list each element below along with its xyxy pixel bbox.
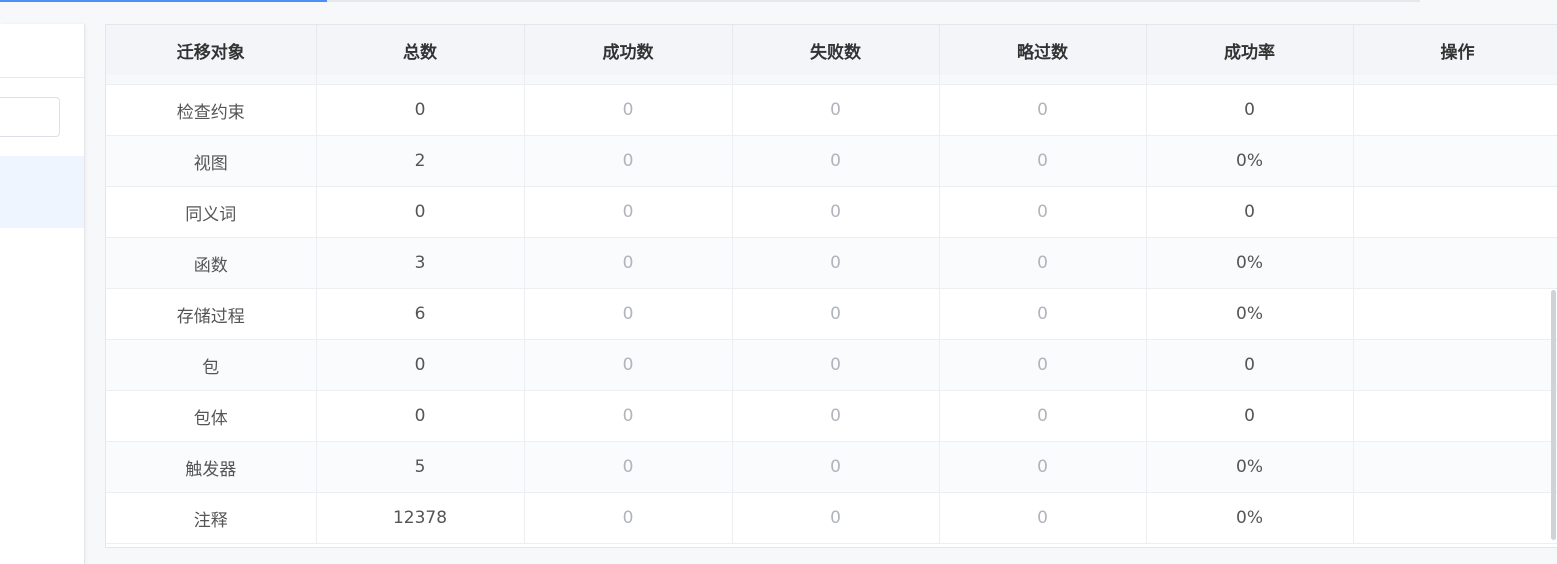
header-failed: 失败数 (732, 25, 940, 75)
cell-object: 函数 (106, 237, 317, 289)
cell-skipped: 0 (939, 186, 1147, 238)
cell-actions (1353, 237, 1557, 289)
table-row: 包 0 0 0 0 0 (106, 339, 1557, 391)
cell-success-rate: 0 (1146, 186, 1354, 238)
cell-object: 注释 (106, 492, 317, 544)
cell-skipped: 0 (939, 390, 1147, 442)
cell-success: 0 (524, 339, 733, 391)
loading-progress-fill (0, 0, 327, 2)
cell-skipped: 0 (939, 237, 1147, 289)
cell-object: 触发器 (106, 441, 317, 493)
page: 迁移对象 总数 成功数 失败数 略过数 成功率 操作 检查约束 0 0 0 0 … (0, 0, 1557, 564)
table-row: 包体 0 0 0 0 0 (106, 390, 1557, 442)
cell-total: 3 (316, 237, 525, 289)
cell-failed: 0 (732, 135, 940, 187)
cell-failed: 0 (732, 390, 940, 442)
table-row: 同义词 0 0 0 0 0 (106, 186, 1557, 238)
header-total: 总数 (316, 25, 525, 75)
cell-actions (1353, 135, 1557, 187)
cell-success: 0 (524, 84, 733, 136)
cell-actions (1353, 492, 1557, 544)
cell-object: 存储过程 (106, 288, 317, 340)
cell-skipped: 0 (939, 288, 1147, 340)
cell-total: 0 (316, 84, 525, 136)
cell-total: 12378 (316, 492, 525, 544)
cell-success: 0 (524, 492, 733, 544)
left-panel-divider (0, 77, 84, 78)
cell-success-rate: 0% (1146, 237, 1354, 289)
cell-skipped: 0 (939, 339, 1147, 391)
cell-success-rate: 0 (1146, 390, 1354, 442)
table-header-row: 迁移对象 总数 成功数 失败数 略过数 成功率 操作 (106, 25, 1557, 75)
cell-success-rate: 0% (1146, 492, 1354, 544)
cell-success-rate: 0 (1146, 84, 1354, 136)
cell-actions (1353, 84, 1557, 136)
header-success: 成功数 (524, 25, 733, 75)
cell-total: 2 (316, 135, 525, 187)
cell-actions (1353, 390, 1557, 442)
cell-actions (1353, 186, 1557, 238)
cell-object: 视图 (106, 135, 317, 187)
cell-success-rate: 0% (1146, 288, 1354, 340)
table-row: 存储过程 6 0 0 0 0% (106, 288, 1557, 340)
cell-actions (1353, 288, 1557, 340)
loading-progress-bar (0, 0, 1420, 2)
cell-total: 5 (316, 441, 525, 493)
cell-failed: 0 (732, 339, 940, 391)
cell-success-rate: 0 (1146, 339, 1354, 391)
table-scroll-gap (106, 75, 1557, 85)
cell-skipped: 0 (939, 135, 1147, 187)
cell-failed: 0 (732, 237, 940, 289)
cell-success: 0 (524, 135, 733, 187)
table-row: 注释 12378 0 0 0 0% (106, 492, 1557, 544)
cell-success: 0 (524, 390, 733, 442)
cell-success: 0 (524, 441, 733, 493)
cell-actions (1353, 441, 1557, 493)
cell-success: 0 (524, 186, 733, 238)
cell-total: 0 (316, 339, 525, 391)
table-row: 函数 3 0 0 0 0% (106, 237, 1557, 289)
cell-failed: 0 (732, 441, 940, 493)
cell-total: 6 (316, 288, 525, 340)
cell-failed: 0 (732, 492, 940, 544)
cell-object: 包体 (106, 390, 317, 442)
cell-failed: 0 (732, 288, 940, 340)
cell-object: 检查约束 (106, 84, 317, 136)
left-panel (0, 24, 85, 564)
cell-total: 0 (316, 186, 525, 238)
header-success-rate: 成功率 (1146, 25, 1354, 75)
cell-success-rate: 0% (1146, 135, 1354, 187)
cell-failed: 0 (732, 186, 940, 238)
cell-object: 同义词 (106, 186, 317, 238)
cell-object: 包 (106, 339, 317, 391)
cell-success: 0 (524, 237, 733, 289)
cell-success-rate: 0% (1146, 441, 1354, 493)
cell-failed: 0 (732, 84, 940, 136)
cell-skipped: 0 (939, 84, 1147, 136)
table-row: 视图 2 0 0 0 0% (106, 135, 1557, 187)
left-panel-selected-item[interactable] (0, 156, 84, 228)
cell-success: 0 (524, 288, 733, 340)
left-panel-search-input[interactable] (0, 97, 60, 137)
header-migration-object: 迁移对象 (106, 25, 317, 75)
table-row: 检查约束 0 0 0 0 0 (106, 84, 1557, 136)
cell-actions (1353, 339, 1557, 391)
header-actions: 操作 (1353, 25, 1557, 75)
table-row: 触发器 5 0 0 0 0% (106, 441, 1557, 493)
cell-skipped: 0 (939, 492, 1147, 544)
migration-summary-table: 迁移对象 总数 成功数 失败数 略过数 成功率 操作 检查约束 0 0 0 0 … (105, 24, 1557, 548)
cell-total: 0 (316, 390, 525, 442)
header-skipped: 略过数 (939, 25, 1147, 75)
cell-skipped: 0 (939, 441, 1147, 493)
table-vertical-scrollbar[interactable] (1551, 290, 1556, 540)
